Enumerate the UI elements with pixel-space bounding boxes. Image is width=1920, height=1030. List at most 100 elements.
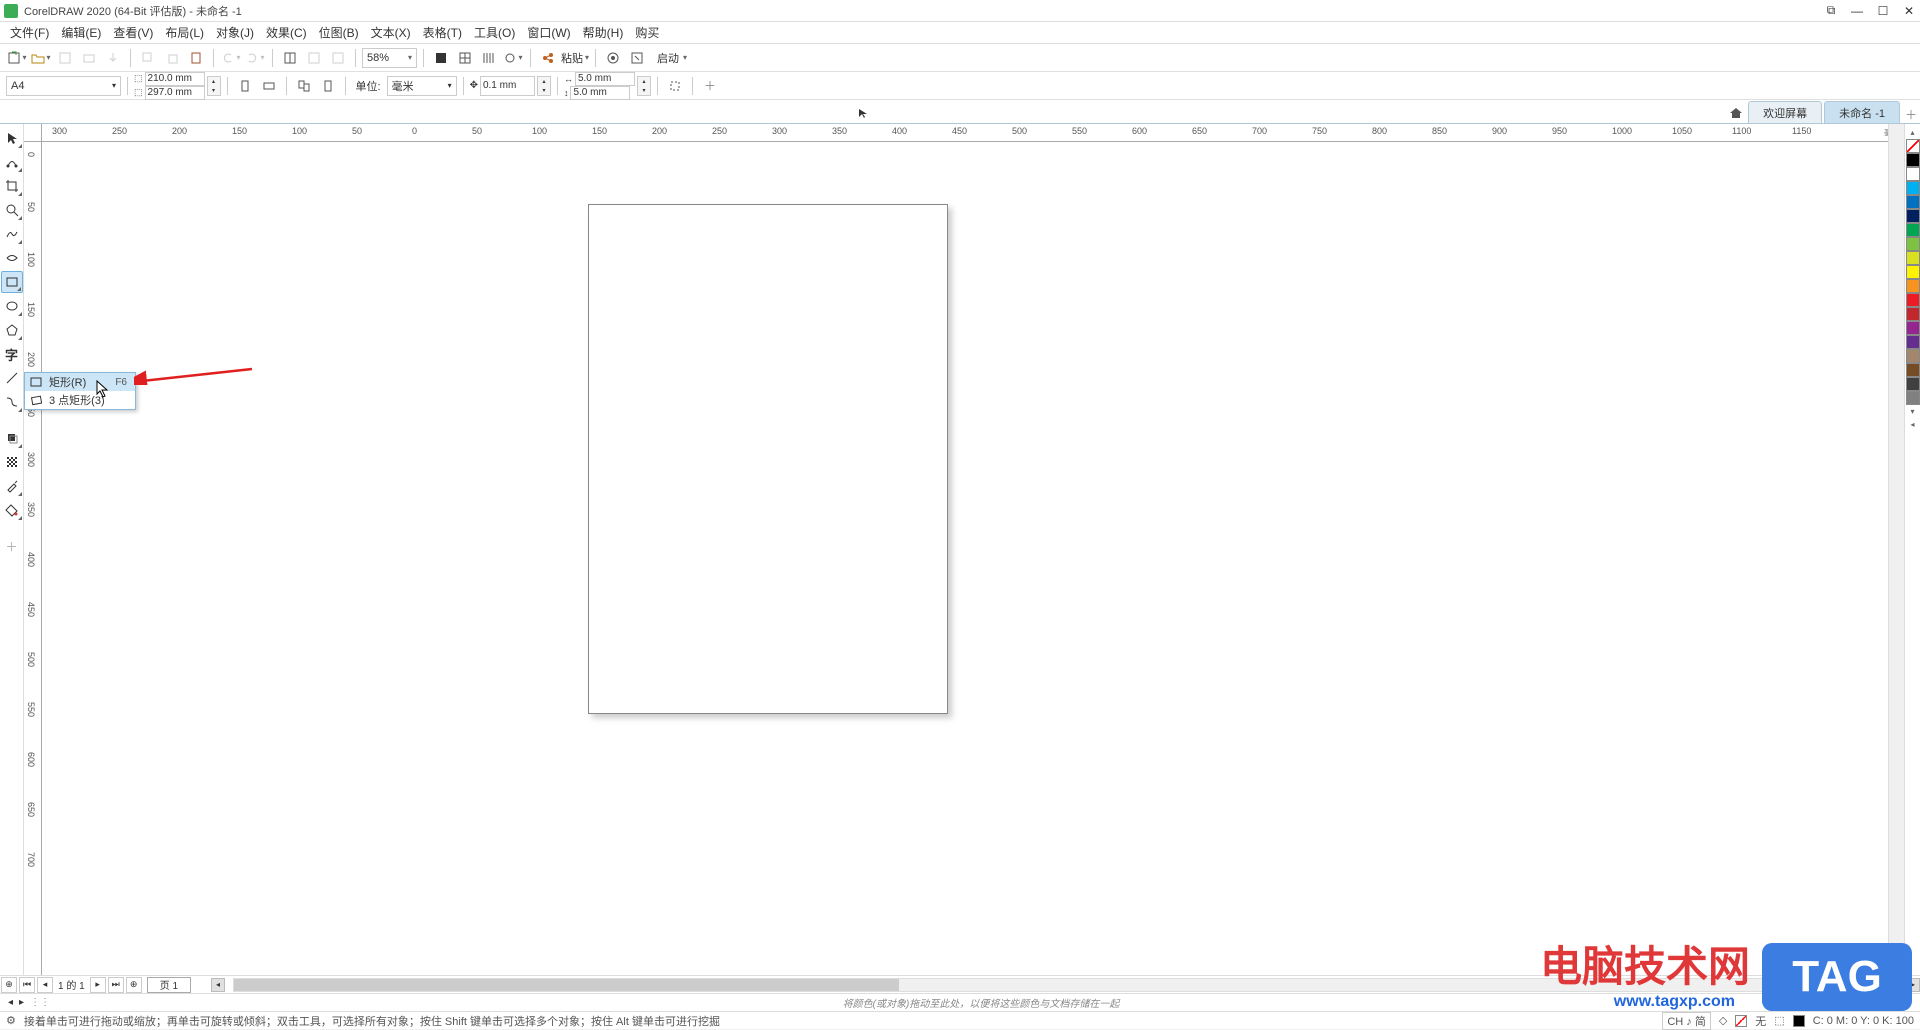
color-swatch[interactable] xyxy=(1906,223,1920,237)
snap-button[interactable]: ▾ xyxy=(502,47,524,69)
nudge-field[interactable]: 0.1 mm xyxy=(480,76,535,96)
arrow-icon-right[interactable]: ▸ xyxy=(19,997,24,1008)
current-page-button[interactable] xyxy=(317,75,339,97)
grid-button[interactable] xyxy=(454,47,476,69)
tab-untitled[interactable]: 未命名 -1 xyxy=(1824,101,1900,123)
text-tool[interactable]: 字 xyxy=(1,343,23,365)
menu-effects[interactable]: 效果(C) xyxy=(260,22,313,43)
horizontal-ruler[interactable]: 毫米 3002502001501005005010015020025030035… xyxy=(42,124,1904,142)
next-page-button[interactable]: ▸ xyxy=(90,977,106,993)
freehand-tool[interactable] xyxy=(1,223,23,245)
menu-window[interactable]: 窗口(W) xyxy=(521,22,576,43)
color-swatch[interactable] xyxy=(1906,181,1920,195)
palette-up-arrow[interactable]: ▴ xyxy=(1910,128,1914,137)
flyout-rectangle[interactable]: 矩形(R) F6 xyxy=(25,373,135,391)
add-page-after-button[interactable]: ⊕ xyxy=(126,977,142,993)
paste-group[interactable]: 粘贴 ▾ xyxy=(561,50,589,66)
portrait-button[interactable] xyxy=(234,75,256,97)
tab-welcome[interactable]: 欢迎屏幕 xyxy=(1748,101,1822,123)
add-page-before-button[interactable]: ⊕ xyxy=(1,977,17,993)
color-swatch[interactable] xyxy=(1906,377,1920,391)
add-button[interactable]: ＋ xyxy=(699,75,721,97)
lang-indicator[interactable]: CH ♪ 简 xyxy=(1662,1012,1711,1030)
polygon-tool[interactable] xyxy=(1,319,23,341)
menu-bitmaps[interactable]: 位图(B) xyxy=(313,22,365,43)
color-swatch[interactable] xyxy=(1906,307,1920,321)
flyout-3point-rectangle[interactable]: 3 点矩形(3) xyxy=(25,391,135,409)
menu-view[interactable]: 查看(V) xyxy=(107,22,159,43)
cut-button[interactable] xyxy=(161,47,183,69)
page-size-preset[interactable]: A4 xyxy=(6,76,121,96)
start-button[interactable]: 启动 ▾ xyxy=(650,47,694,69)
menu-table[interactable]: 表格(T) xyxy=(417,22,468,43)
connector-tool[interactable] xyxy=(1,391,23,413)
redo-button[interactable]: ▾ xyxy=(244,47,266,69)
color-swatch[interactable] xyxy=(1906,209,1920,223)
fullscreen-button[interactable] xyxy=(430,47,452,69)
launch-icon[interactable] xyxy=(626,47,648,69)
open-doc-button[interactable]: ▾ xyxy=(30,47,52,69)
no-color-swatch[interactable] xyxy=(1906,139,1920,153)
ellipse-tool[interactable] xyxy=(1,295,23,317)
clipboard-button[interactable] xyxy=(185,47,207,69)
eyedropper-tool[interactable] xyxy=(1,475,23,497)
quick-customize[interactable]: ＋ xyxy=(1,535,23,557)
dup-spinner[interactable]: ▴▾ xyxy=(637,76,651,96)
page-width-field[interactable]: 210.0 mm xyxy=(145,72,205,86)
options-button[interactable] xyxy=(602,47,624,69)
color-swatch[interactable] xyxy=(1906,279,1920,293)
color-swatch[interactable] xyxy=(1906,293,1920,307)
page-1-tab[interactable]: 页 1 xyxy=(147,977,191,993)
color-swatch[interactable] xyxy=(1906,349,1920,363)
vertical-ruler[interactable]: 0501001502002503003504004505005506006507… xyxy=(24,142,42,975)
tab-add-button[interactable]: ＋ xyxy=(1902,105,1920,123)
zoom-tool[interactable] xyxy=(1,199,23,221)
color-swatch[interactable] xyxy=(1906,321,1920,335)
new-doc-button[interactable]: ▾ xyxy=(6,47,28,69)
menu-layout[interactable]: 布局(L) xyxy=(159,22,210,43)
gear-icon[interactable]: ⚙ xyxy=(6,1014,16,1027)
maximize-window-icon[interactable]: ☐ xyxy=(1876,4,1890,18)
outline-swatch[interactable] xyxy=(1793,1015,1805,1027)
palette-down-arrow[interactable]: ▾ xyxy=(1910,407,1914,416)
scroll-left-button[interactable]: ◂ xyxy=(211,978,225,992)
color-swatch[interactable] xyxy=(1906,153,1920,167)
undo-button[interactable]: ▾ xyxy=(220,47,242,69)
dimension-spinner[interactable]: ▴▾ xyxy=(207,76,221,96)
save-button[interactable] xyxy=(54,47,76,69)
canvas-viewport[interactable] xyxy=(42,142,1904,975)
copy-button[interactable] xyxy=(137,47,159,69)
first-page-button[interactable]: ⏮ xyxy=(19,977,35,993)
all-pages-button[interactable] xyxy=(293,75,315,97)
home-icon[interactable] xyxy=(1726,103,1746,123)
menu-object[interactable]: 对象(J) xyxy=(210,22,260,43)
crop-button[interactable] xyxy=(664,75,686,97)
parallel-dim-tool[interactable] xyxy=(1,367,23,389)
pick-tool[interactable] xyxy=(1,127,23,149)
rectangle-tool[interactable] xyxy=(1,271,23,293)
color-swatch[interactable] xyxy=(1906,195,1920,209)
unit-select[interactable]: 毫米 xyxy=(387,76,457,96)
table-button[interactable] xyxy=(303,47,325,69)
page-height-field[interactable]: 297.0 mm xyxy=(145,86,205,100)
minimize-window-icon[interactable]: — xyxy=(1850,4,1864,18)
color-swatch[interactable] xyxy=(1906,363,1920,377)
shape-tool[interactable] xyxy=(1,151,23,173)
dup-y-field[interactable]: 5.0 mm xyxy=(570,86,630,100)
color-swatch[interactable] xyxy=(1906,237,1920,251)
ruler-corner[interactable] xyxy=(24,124,42,142)
import-button[interactable] xyxy=(327,47,349,69)
pick-tool-icon[interactable] xyxy=(854,104,872,122)
nudge-spinner[interactable]: ▴▾ xyxy=(537,76,551,96)
drop-shadow-tool[interactable] xyxy=(1,427,23,449)
guides-button[interactable] xyxy=(478,47,500,69)
restore-window-icon[interactable]: ⧉ xyxy=(1824,4,1838,18)
crop-tool[interactable] xyxy=(1,175,23,197)
landscape-button[interactable] xyxy=(258,75,280,97)
menu-file[interactable]: 文件(F) xyxy=(4,22,55,43)
menu-text[interactable]: 文本(X) xyxy=(365,22,417,43)
share-button[interactable] xyxy=(537,47,559,69)
color-swatch[interactable] xyxy=(1906,391,1920,405)
zoom-level-field[interactable]: 58%▾ xyxy=(362,48,417,68)
menu-tools[interactable]: 工具(O) xyxy=(468,22,521,43)
